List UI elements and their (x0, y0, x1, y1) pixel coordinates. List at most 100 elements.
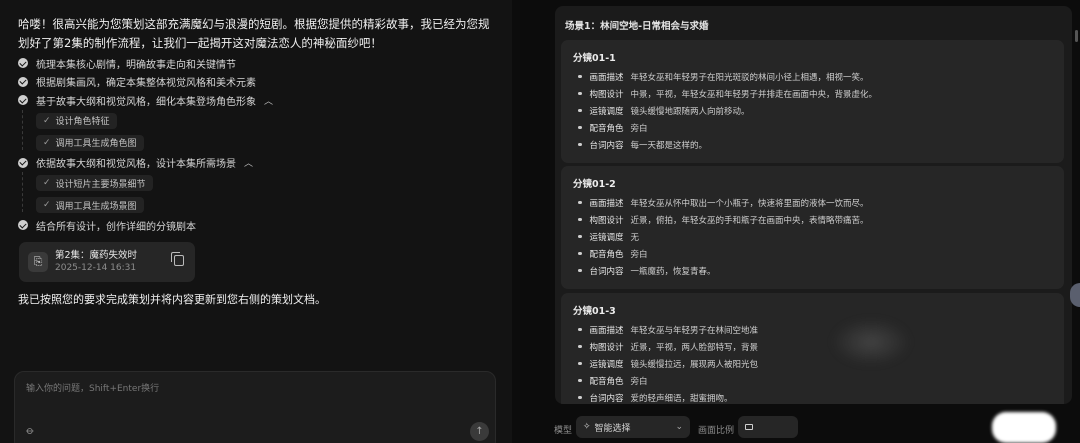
shot-field-value: 爱的轻声细语，甜蜜拥吻。 (630, 393, 733, 404)
arrow-up-icon: ↑ (475, 426, 484, 437)
shot-field: 台词内容 爱的轻声细语，甜蜜拥吻。 (573, 389, 1052, 404)
shot-field-label: 画面描述 (589, 72, 624, 83)
shot-field: 画面描述 年轻女巫与年轻男子在林间空地准 (573, 321, 1052, 338)
shot-field-value: 年轻女巫和年轻男子在阳光斑驳的林间小径上相遇，相视一笑。 (630, 72, 869, 83)
storyboard-document-pane: 场景1：林间空地-日常相会与求婚 分镜01-1 画面描述 年轻女巫和年轻男子在阳光… (512, 0, 1080, 443)
document-scrollbar[interactable] (1075, 30, 1078, 42)
substep-label: 设计短片主要场景细节 (55, 179, 146, 190)
plan-step-label: 根据剧集画风，确定本集整体视觉风格和美术元素 (36, 78, 256, 90)
plan-steps: 梳理本集核心剧情，明确故事走向和关键情节 根据剧集画风，确定本集整体视觉风格和美… (18, 54, 498, 235)
shot-field-label: 运镜调度 (589, 106, 624, 117)
shot-field: 运镜调度无 (573, 228, 1052, 245)
check-circle-icon (18, 157, 28, 168)
shot-field-label: 台词内容 (589, 140, 624, 151)
shot-field-label: 运镜调度 (589, 359, 624, 370)
storyboard-document: 场景1：林间空地-日常相会与求婚 分镜01-1 画面描述 年轻女巫和年轻男子在阳光… (555, 6, 1072, 404)
plan-step-expandable[interactable]: 基于故事大纲和视觉风格，细化本集登场角色形象 ︿ (18, 91, 498, 110)
send-button[interactable]: ↑ (470, 422, 489, 441)
assistant-done-message: 我已按照您的要求完成策划并将内容更新到您右侧的策划文档。 (18, 293, 326, 306)
storyboard-shot: 分镜01-1 画面描述 年轻女巫和年轻男子在阳光斑驳的林间小径上相遇，相视一笑。 … (561, 40, 1064, 163)
side-panel-handle[interactable] (1070, 283, 1080, 307)
shot-field: 构图设计 近景，俯拍，年轻女巫的手和瓶子在画面中央，表情略带痛苦。 (573, 211, 1052, 228)
assistant-intro-message: 哈喽！很高兴能为您策划这部充满魔幻与浪漫的短剧。根据您提供的精彩故事，我已经为您… (18, 17, 490, 50)
substep-label: 调用工具生成角色图 (55, 139, 137, 149)
shot-field: 台词内容 一瓶魔药，恢复青春。 (573, 262, 1052, 279)
shot-field-label: 构图设计 (589, 215, 624, 226)
substep-label: 调用工具生成场景图 (55, 201, 137, 212)
plan-step: 结合所有设计，创作详细的分镜剧本 (18, 216, 498, 235)
shot-field: 画面描述 年轻女巫从怀中取出一个小瓶子，快速将里面的液体一饮而尽。 (573, 194, 1052, 211)
shot-title: 分镜01-2 (573, 179, 616, 190)
shot-field-label: 运镜调度 (589, 232, 624, 243)
storyboard-shot: 分镜01-2 画面描述 年轻女巫从怀中取出一个小瓶子，快速将里面的液体一饮而尽。 … (561, 166, 1064, 289)
overlay-widget (992, 412, 1056, 443)
shot-field-value: 一瓶魔药，恢复青春。 (630, 266, 716, 277)
shot-field-label: 构图设计 (589, 89, 624, 100)
shot-field-value: 年轻女巫从怀中取出一个小瓶子，快速将里面的液体一饮而尽。 (630, 198, 869, 209)
plan-substeps: ✓ 设计角色特征 ✓ 调用工具生成角色图 (18, 109, 498, 154)
shot-field-value: 旁白 (630, 376, 648, 387)
shot-field-value: 无 (630, 232, 640, 243)
shot-field-label: 台词内容 (589, 393, 624, 404)
plan-step-label: 结合所有设计，创作详细的分镜剧本 (36, 221, 196, 233)
sparkle-icon: ✧ (583, 422, 591, 432)
shot-field-value: 镜头缓慢地跟随两人向前移动。 (630, 106, 750, 117)
model-select[interactable]: ✧ 智能选择 ⌄ (576, 416, 690, 438)
shot-field-value: 每一天都是这样的。 (630, 140, 708, 151)
check-icon: ✓ (43, 178, 51, 188)
check-icon: ✓ (43, 137, 51, 148)
copy-icon[interactable] (171, 252, 184, 266)
substep-label: 设计角色特征 (55, 117, 110, 127)
chat-input[interactable]: 输入你的问题，Shift+Enter换行 ⌀ ↑ (14, 371, 496, 443)
check-circle-icon (18, 95, 28, 106)
plan-step-expandable[interactable]: 依据故事大纲和视觉风格，设计本集所需场景 ︿ (18, 154, 498, 173)
file-card-title: 第2集：魔药失效时 (55, 250, 138, 261)
shot-field: 画面描述 年轻女巫和年轻男子在阳光斑驳的林间小径上相遇，相视一笑。 (573, 68, 1052, 85)
shot-field-label: 构图设计 (589, 342, 624, 353)
storyboard-shot: 分镜01-3 画面描述 年轻女巫与年轻男子在林间空地准 构图设计 近景，平视，两人脸… (561, 293, 1064, 404)
shot-field-value: 近景，平视，两人脸部特写，背景 (630, 342, 759, 353)
episode-file-card[interactable]: ⎘ 第2集：魔药失效时 2025-12-14 16:31 (19, 242, 195, 282)
shot-field-label: 画面描述 (589, 198, 624, 209)
chevron-down-icon: ⌄ (675, 422, 683, 432)
shot-title: 分镜01-1 (573, 53, 616, 64)
chat-input-placeholder: 输入你的问题，Shift+Enter换行 (26, 384, 160, 394)
check-circle-icon (18, 76, 28, 87)
shot-field-label: 台词内容 (589, 266, 624, 277)
blurred-region (831, 318, 911, 366)
check-circle-icon (18, 58, 28, 69)
shot-field-value: 近景，俯拍，年轻女巫的手和瓶子在画面中央，表情略带痛苦。 (630, 215, 869, 226)
plan-step: 根据剧集画风，确定本集整体视觉风格和美术元素 (18, 73, 498, 92)
paperclip-icon[interactable]: ⌀ (23, 424, 37, 438)
shot-field-value: 旁白 (630, 123, 648, 134)
chevron-up-icon[interactable]: ︿ (244, 156, 253, 169)
aspect-ratio-icon (745, 424, 753, 430)
shot-field-label: 配音角色 (589, 249, 624, 260)
document-icon: ⎘ (28, 252, 48, 272)
shot-field: 构图设计 近景，平视，两人脸部特写，背景 (573, 338, 1052, 355)
chevron-up-icon[interactable]: ︿ (264, 94, 273, 107)
substep-chip[interactable]: ✓ 设计短片主要场景细节 (36, 175, 153, 191)
scene-title: 场景1：林间空地-日常相会与求婚 (565, 21, 709, 32)
shot-field-value: 镜头缓慢拉远，展现两人被阳光包 (630, 359, 759, 370)
shot-field: 运镜调度 镜头缓慢拉远，展现两人被阳光包 (573, 355, 1052, 372)
shot-field: 配音角色 旁白 (573, 119, 1052, 136)
shot-title: 分镜01-3 (573, 306, 616, 317)
shot-field-value: 旁白 (630, 249, 648, 260)
shot-field: 台词内容 每一天都是这样的。 (573, 136, 1052, 153)
shot-field-label: 画面描述 (589, 325, 624, 336)
file-card-date: 2025-12-14 16:31 (55, 263, 137, 273)
substep-chip[interactable]: ✓ 调用工具生成场景图 (36, 197, 144, 213)
shot-field: 运镜调度 镜头缓慢地跟随两人向前移动。 (573, 102, 1052, 119)
plan-step-label: 基于故事大纲和视觉风格，细化本集登场角色形象 (36, 96, 256, 108)
check-icon: ✓ (43, 200, 51, 210)
substep-chip[interactable]: ✓ 设计角色特征 (36, 112, 117, 129)
plan-substeps: ✓ 设计短片主要场景细节 ✓ 调用工具生成场景图 (18, 172, 498, 216)
plan-step-label: 梳理本集核心剧情，明确故事走向和关键情节 (36, 59, 236, 71)
model-select-value: 智能选择 (594, 423, 631, 434)
substep-chip[interactable]: ✓ 调用工具生成角色图 (36, 134, 144, 151)
aspect-ratio-select[interactable] (738, 416, 798, 438)
plan-step-label: 依据故事大纲和视觉风格，设计本集所需场景 (36, 159, 236, 171)
model-label: 模型 (554, 426, 573, 436)
chat-panel: 哈喽！很高兴能为您策划这部充满魔幻与浪漫的短剧。根据您提供的精彩故事，我已经为您… (0, 0, 512, 443)
